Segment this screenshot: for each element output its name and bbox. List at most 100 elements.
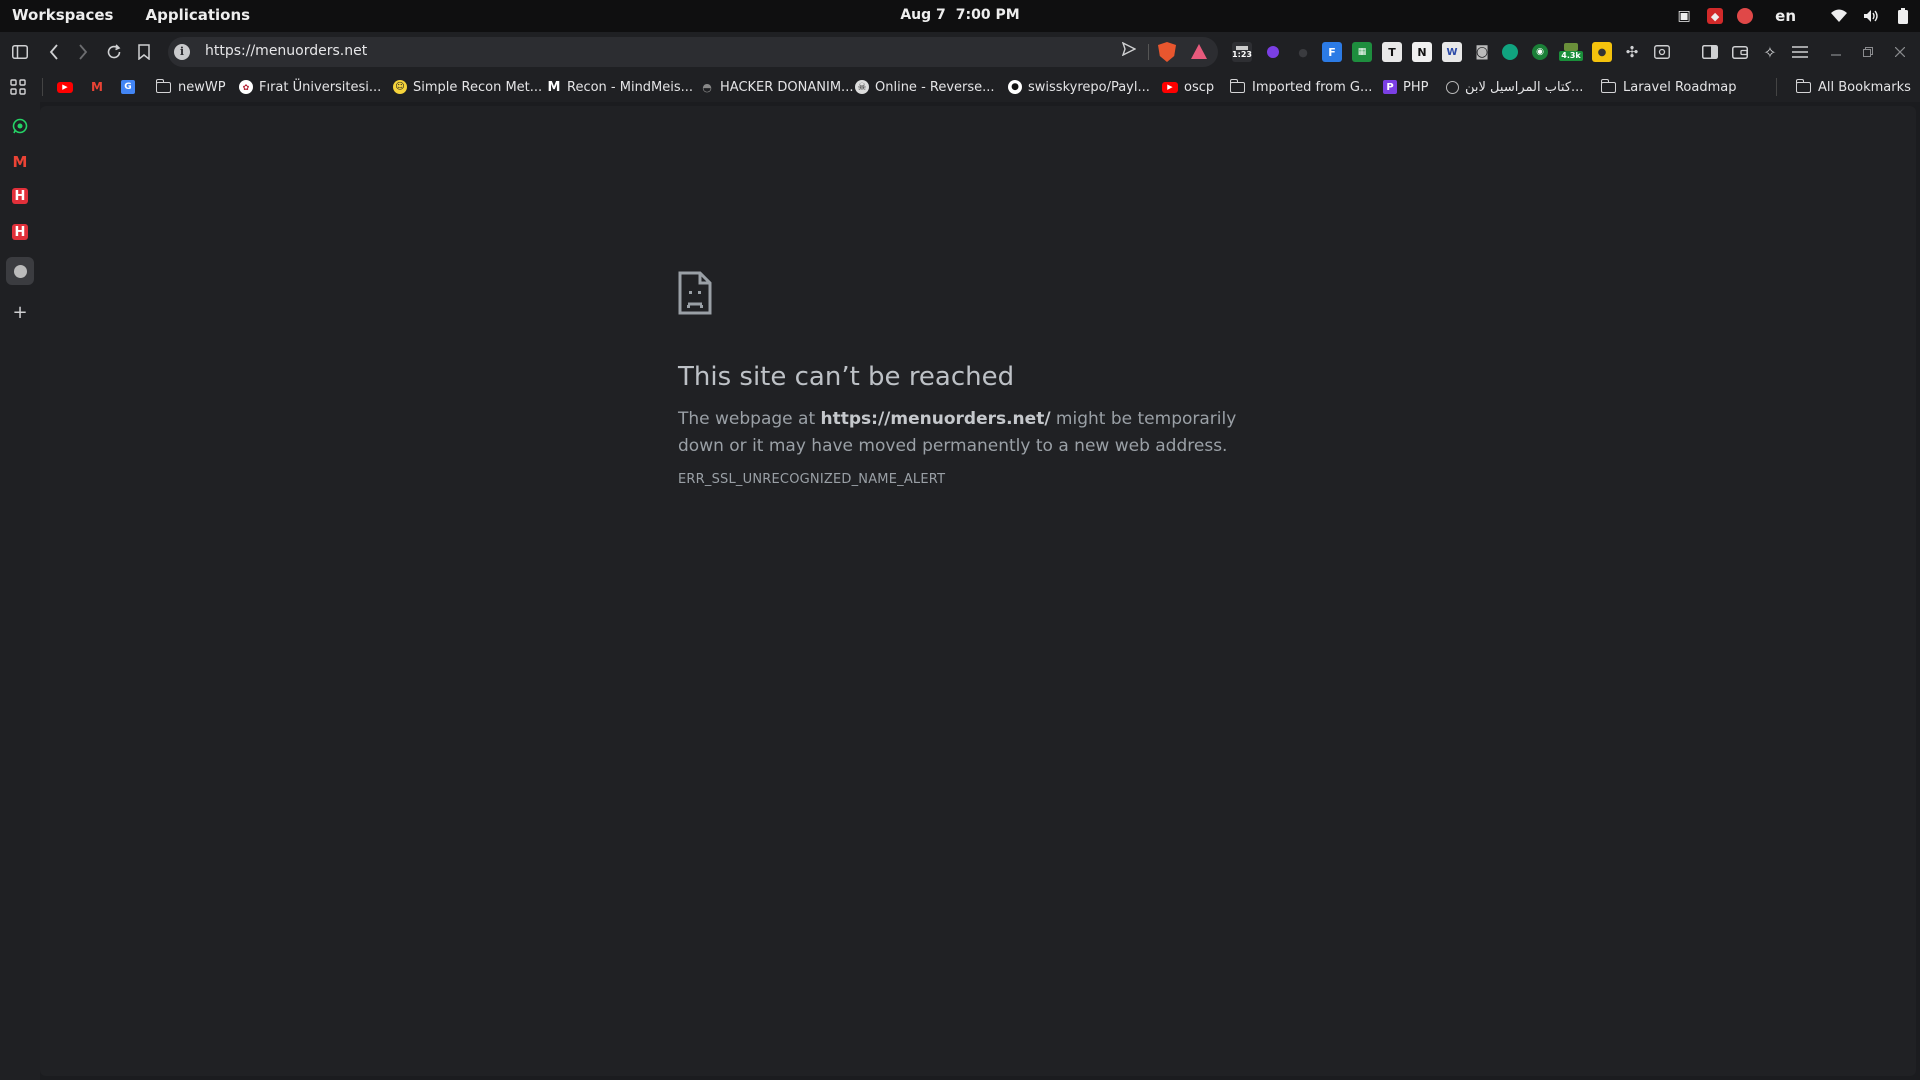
bookmark-label: Imported from G... [1252, 79, 1373, 95]
reload-button[interactable] [102, 40, 126, 64]
f-extension-icon[interactable]: F [1322, 42, 1342, 62]
site-info-icon[interactable]: i [174, 44, 190, 60]
php-icon: P [1383, 80, 1397, 94]
folder-icon [155, 78, 171, 93]
bookmark-folder-all[interactable]: All Bookmarks [1795, 78, 1911, 96]
bookmark-label: oscp [1184, 79, 1215, 95]
clock-time: 7:00 PM [955, 7, 1020, 23]
purple-extension-icon[interactable] [1263, 42, 1283, 62]
language-indicator[interactable]: en [1775, 7, 1796, 25]
folder-icon [1600, 78, 1616, 93]
bookmark-firat[interactable]: ✿ Fırat Üniversitesi... [239, 78, 381, 96]
clock[interactable]: Aug 7 7:00 PM [0, 7, 1920, 23]
sheets-extension-icon[interactable]: ▦ [1352, 42, 1372, 62]
bookmark-hacker-donanim[interactable]: ◓ HACKER DONANIM... [700, 78, 853, 96]
gmail-icon: M [91, 80, 103, 94]
university-icon: ✿ [239, 80, 253, 94]
hackerone-icon[interactable]: H [12, 224, 28, 240]
menu-icon[interactable] [1790, 42, 1810, 62]
error-code: ERR_SSL_UNRECOGNIZED_NAME_ALERT [678, 472, 946, 487]
restore-window-icon[interactable] [1858, 42, 1878, 62]
bookmark-label: Laravel Roadmap [1623, 79, 1737, 95]
bookmark-label: swisskyrepo/Payl... [1028, 79, 1150, 95]
screenshot-search-icon[interactable] [1652, 42, 1672, 62]
add-panel-icon[interactable]: + [10, 302, 30, 323]
web-panel-icon[interactable] [6, 257, 34, 285]
numbers-extension-label: 1:23 [1232, 49, 1252, 59]
error-message: The webpage at https://menuorders.net/ m… [678, 406, 1278, 460]
bookmark-label: كتاب المراسيل لابن... [1465, 79, 1584, 95]
camera-extension-icon[interactable]: ◙ [1472, 42, 1492, 62]
leo-ai-icon[interactable]: ✧ [1760, 42, 1780, 62]
gmail-icon[interactable]: M [10, 152, 30, 172]
globe-icon [1446, 80, 1459, 94]
clock-date: Aug 7 [900, 7, 946, 23]
bookmark-label: All Bookmarks [1818, 79, 1911, 95]
address-bar[interactable]: i https://menuorders.net [168, 37, 1218, 67]
back-button[interactable] [42, 40, 66, 64]
brave-rewards-icon[interactable] [1191, 44, 1207, 59]
forward-button[interactable] [71, 40, 95, 64]
wallet-icon[interactable] [1730, 42, 1750, 62]
address-bar-url[interactable]: https://menuorders.net [205, 43, 367, 59]
bookmark-arabic-book[interactable]: كتاب المراسيل لابن... [1446, 78, 1583, 96]
bookmarks-divider [42, 78, 43, 96]
folder-icon [1229, 78, 1245, 93]
chatgpt-extension-icon[interactable] [1502, 44, 1518, 60]
wifi-icon[interactable] [1830, 8, 1848, 24]
folder-icon [1795, 78, 1811, 93]
anydesk-tray-icon[interactable]: ◆ [1707, 8, 1724, 24]
app-tray-icon[interactable] [1737, 8, 1754, 24]
bookmark-translate[interactable]: G [121, 78, 141, 96]
bookmark-folder-newwp[interactable]: newWP [155, 78, 226, 96]
mindmeister-icon: M [547, 79, 561, 95]
screen-share-icon[interactable]: ▣ [1675, 8, 1693, 24]
notion-extension-icon[interactable]: N [1412, 42, 1432, 62]
error-message-prefix: The webpage at [678, 409, 821, 429]
skull-icon: ☠ [855, 80, 869, 94]
bookmark-label: HACKER DONANIM... [720, 79, 854, 95]
hackerone-icon[interactable]: H [12, 188, 28, 204]
t-extension-icon[interactable]: T [1382, 42, 1402, 62]
bookmark-label: PHP [1403, 79, 1429, 95]
bookmark-recon-mindmeister[interactable]: M Recon - MindMeis... [547, 78, 694, 96]
apps-grid-icon[interactable] [10, 78, 26, 96]
whatsapp-icon[interactable] [10, 116, 30, 136]
browser-toolbar: i https://menuorders.net 1:23 ● F ▦ T N … [0, 32, 1920, 72]
extensions-puzzle-icon[interactable]: ✣ [1622, 42, 1642, 62]
sidebar-toggle-icon[interactable] [8, 40, 32, 64]
bookmark-label: Recon - MindMeis... [567, 79, 694, 95]
counter-extension-badge: 4.3k [1559, 51, 1583, 61]
hacker-icon: ◓ [702, 80, 712, 94]
error-title: This site can’t be reached [678, 362, 1015, 392]
sidebar-panel-icon[interactable] [1700, 42, 1720, 62]
numbers-extension-icon[interactable]: 1:23 [1232, 42, 1252, 62]
recon-icon: ☺ [393, 80, 407, 94]
dark-extension-icon[interactable]: ● [1293, 42, 1313, 62]
volume-icon[interactable] [1862, 8, 1880, 24]
bookmark-simple-recon[interactable]: ☺ Simple Recon Met... [393, 78, 542, 96]
close-window-icon[interactable] [1890, 42, 1910, 62]
bookmark-youtube[interactable]: ▶ [57, 78, 79, 96]
share-icon[interactable] [1121, 41, 1137, 60]
bookmark-oscp[interactable]: ▶ oscp [1162, 78, 1214, 96]
bookmark-label: Fırat Üniversitesi... [259, 79, 382, 95]
bookmark-php[interactable]: P PHP [1383, 78, 1428, 96]
bookmark-label: Simple Recon Met... [413, 79, 543, 95]
side-panel: M H H + [0, 102, 40, 1080]
counter-extension-icon[interactable]: 4.3k [1559, 42, 1583, 62]
minimize-window-icon[interactable] [1826, 42, 1846, 62]
bookmark-gmail[interactable]: M [90, 78, 110, 96]
bookmark-online-reverse[interactable]: ☠ Online - Reverse... [855, 78, 995, 96]
error-url: https://menuorders.net/ [820, 409, 1051, 429]
bookmark-page-button[interactable] [132, 40, 156, 64]
wappalyzer-extension-icon[interactable]: W [1442, 42, 1462, 62]
bookmark-folder-laravel[interactable]: Laravel Roadmap [1600, 78, 1737, 96]
green-eye-extension-icon[interactable]: ◉ [1532, 44, 1548, 60]
bookmark-folder-imported[interactable]: Imported from G... [1229, 78, 1373, 96]
battery-icon[interactable] [1894, 8, 1912, 24]
coins-extension-icon[interactable]: ● [1592, 42, 1612, 62]
bookmark-swisskyrepo[interactable]: ● swisskyrepo/Payl... [1008, 78, 1150, 96]
address-bar-divider [1148, 44, 1149, 60]
brave-shields-icon[interactable] [1158, 42, 1176, 62]
